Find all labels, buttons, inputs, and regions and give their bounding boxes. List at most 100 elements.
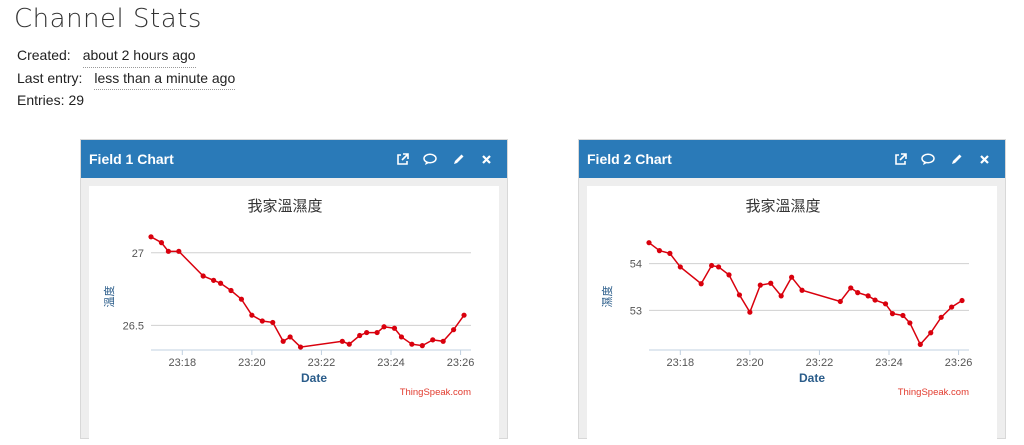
data-point (757, 282, 763, 288)
x-tick-label: 23:20 (238, 357, 266, 369)
card-title: Field 1 Chart (89, 151, 174, 167)
data-point (228, 287, 234, 294)
x-tick-label: 23:24 (377, 357, 405, 369)
data-point (747, 309, 753, 315)
data-point (837, 298, 843, 305)
y-axis-label: 濕度 (600, 286, 614, 308)
comment-icon[interactable] (921, 152, 935, 166)
data-point (736, 292, 743, 298)
x-tick-label: 23:22 (308, 357, 336, 369)
y-axis-label: 溫度 (102, 286, 116, 308)
data-point (778, 293, 784, 299)
thingspeak-watermark: ThingSpeak.com (400, 387, 471, 398)
data-point (698, 281, 704, 287)
data-point (364, 329, 370, 336)
data-point (148, 234, 154, 240)
data-point (165, 248, 171, 254)
data-point (217, 280, 224, 286)
comment-icon[interactable] (423, 152, 437, 166)
pencil-icon[interactable] (949, 152, 963, 166)
data-point (872, 297, 878, 303)
data-point (381, 324, 387, 330)
y-tick-label: 53 (630, 305, 642, 317)
data-point (461, 312, 467, 318)
last-entry-label: Last entry: (17, 69, 83, 86)
field-1-chart: 我家溫濕度 27 26.5 23:18 23:20 23:22 23:24 23:26 Date… (102, 198, 475, 398)
external-link-icon[interactable] (893, 152, 907, 166)
data-point (409, 341, 415, 347)
x-axis-label: Date (301, 371, 327, 385)
data-point (789, 274, 795, 280)
data-point (667, 250, 673, 256)
data-point (865, 293, 871, 299)
x-tick-label: 23:24 (875, 357, 903, 369)
data-point (287, 334, 293, 340)
data-point (451, 327, 457, 333)
last-entry-value: less than a minute ago (94, 68, 236, 90)
data-point (726, 272, 732, 278)
data-point (855, 290, 861, 296)
data-point (889, 311, 896, 317)
data-point (391, 325, 398, 331)
data-point (709, 262, 715, 269)
channel-stats: Created: about 2 hours ago Last entry: l… (17, 45, 236, 112)
data-point (176, 248, 182, 254)
data-point (374, 329, 380, 336)
data-point (646, 240, 652, 246)
page-title: Channel Stats (14, 4, 202, 34)
data-point (200, 273, 206, 279)
created-row: Created: about 2 hours ago (17, 45, 235, 68)
chart-title: 我家溫濕度 (745, 198, 820, 215)
data-point (917, 341, 923, 347)
data-point (882, 301, 889, 307)
data-point (259, 318, 265, 324)
close-icon[interactable] (479, 152, 493, 166)
x-axis-label: Date (799, 371, 825, 385)
data-point (768, 280, 774, 286)
data-point (949, 304, 955, 310)
x-tick-label: 23:22 (806, 357, 834, 369)
chart-area: 我家溫濕度 27 26.5 23:18 23:20 23:22 23:24 23:26 Date… (89, 186, 499, 440)
data-point (938, 314, 944, 320)
data-point (656, 248, 663, 254)
entries-row: Entries: 29 (17, 90, 235, 112)
data-point (715, 264, 722, 270)
data-point (238, 296, 245, 302)
y-tick-label: 27 (132, 248, 144, 260)
data-point (677, 264, 683, 270)
data-point (158, 240, 165, 246)
data-point (249, 312, 255, 318)
data-point (959, 297, 965, 304)
data-point (928, 330, 934, 336)
card-header: Field 1 Chart (81, 140, 507, 178)
field-2-chart-card: Field 2 Chart 我家溫濕度 54 53 23:18 23:20 23:22 23… (578, 139, 1006, 440)
field-1-chart-card: Field 1 Chart 我家溫濕度 27 26.5 23:18 23:20 23:22… (80, 139, 508, 440)
data-point (357, 332, 363, 339)
x-tick-label: 23:18 (667, 357, 695, 369)
chart-title: 我家溫濕度 (247, 198, 322, 215)
entries-value: 29 (68, 92, 85, 108)
y-tick-label: 54 (630, 259, 642, 271)
data-point (211, 277, 217, 283)
x-tick-label: 23:26 (945, 357, 973, 369)
card-header: Field 2 Chart (579, 140, 1005, 178)
data-point (900, 312, 906, 319)
x-tick-label: 23:20 (736, 357, 764, 369)
data-point (419, 343, 425, 349)
created-value: about 2 hours ago (82, 45, 196, 68)
data-point (339, 338, 345, 344)
pencil-icon[interactable] (451, 152, 465, 166)
data-point (270, 319, 276, 326)
data-point (346, 341, 352, 347)
close-icon[interactable] (977, 152, 991, 166)
chart-area: 我家溫濕度 54 53 23:18 23:20 23:22 23:24 23:26 Date 濕度… (587, 186, 997, 440)
external-link-icon[interactable] (395, 152, 409, 166)
data-point (907, 320, 913, 326)
x-tick-label: 23:26 (447, 357, 475, 369)
x-tick-label: 23:18 (169, 357, 197, 369)
last-entry-row: Last entry: less than a minute ago (17, 68, 236, 90)
data-point (848, 285, 854, 291)
data-point (440, 338, 446, 344)
data-point (430, 337, 436, 343)
field-2-chart: 我家溫濕度 54 53 23:18 23:20 23:22 23:24 23:26 Date 濕度… (600, 198, 973, 398)
